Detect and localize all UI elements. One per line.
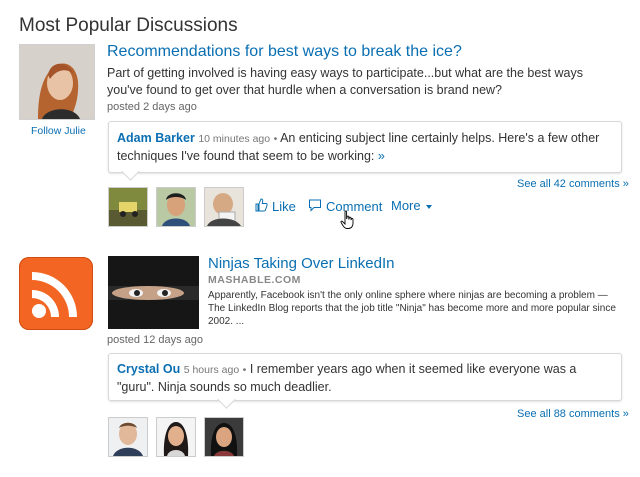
caret-down-icon [425, 198, 433, 213]
see-all-comments-link[interactable]: See all 88 comments » [517, 408, 629, 420]
latest-comment-box: Crystal Ou 5 hours ago • I remember year… [108, 353, 622, 401]
commenter-avatar[interactable] [156, 187, 196, 227]
comment-author-link[interactable]: Adam Barker [117, 131, 195, 145]
article-source: MASHABLE.COM [208, 274, 301, 286]
commenter-avatar[interactable] [204, 187, 244, 227]
discussion-title-ninjas[interactable]: Ninjas Taking Over LinkedIn [208, 255, 395, 272]
section-title: Most Popular Discussions [19, 15, 238, 36]
article-thumbnail[interactable] [108, 256, 199, 329]
more-label: More [391, 198, 421, 213]
rss-icon[interactable] [19, 257, 93, 330]
commenter-avatar[interactable] [108, 187, 148, 227]
read-more-link[interactable]: » [378, 149, 385, 163]
separator-dot: • [273, 133, 278, 145]
thumbs-up-icon [254, 198, 268, 215]
speech-bubble-icon [308, 198, 322, 215]
discussion-body: Part of getting involved is having easy … [107, 66, 583, 97]
comment-time: 5 hours ago [183, 364, 240, 376]
separator-dot: • [242, 364, 247, 376]
commenter-avatar[interactable] [156, 417, 196, 457]
posted-time: posted 12 days ago [107, 334, 204, 346]
commenter-avatar[interactable] [204, 417, 244, 457]
like-button[interactable]: Like [254, 198, 296, 215]
article-summary: Apparently, Facebook isn't the only onli… [208, 290, 616, 327]
follow-julie-link[interactable]: Follow Julie [31, 125, 86, 137]
latest-comment-box: Adam Barker 10 minutes ago • An enticing… [108, 121, 622, 173]
comment-author-link[interactable]: Crystal Ou [117, 362, 180, 376]
hand-pointer-icon [340, 210, 356, 235]
discussion-title-icebreaker[interactable]: Recommendations for best ways to break t… [107, 43, 462, 61]
posted-time: posted 2 days ago [107, 101, 197, 113]
comment-time: 10 minutes ago [198, 133, 271, 145]
more-actions-dropdown[interactable]: More [391, 198, 433, 213]
see-all-comments-link[interactable]: See all 42 comments » [517, 178, 629, 190]
author-avatar-julie[interactable] [19, 44, 95, 120]
like-label: Like [272, 199, 296, 214]
commenter-avatar[interactable] [108, 417, 148, 457]
